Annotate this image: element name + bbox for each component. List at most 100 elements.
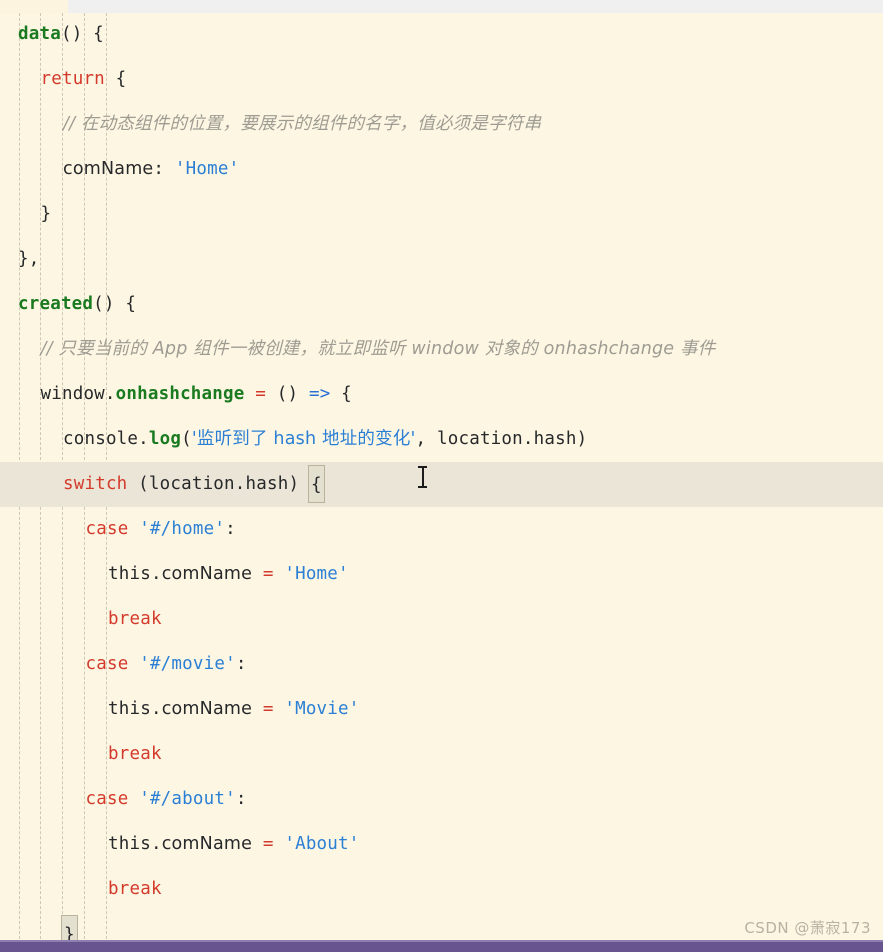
editor-top-chrome	[0, 0, 883, 13]
code-line[interactable]: // 在动态组件的位置，要展示的组件的名字，值必须是字符串	[0, 102, 883, 147]
code-token-str: '#/home'	[139, 519, 226, 539]
code-token-kw: case	[85, 654, 129, 674]
code-line-content: // 在动态组件的位置，要展示的组件的名字，值必须是字符串	[0, 102, 541, 147]
code-token-id: comName	[63, 159, 154, 179]
code-token-str: 'About'	[284, 834, 360, 854]
code-token-punct	[274, 699, 285, 719]
code-token-punct: },	[18, 249, 40, 269]
code-line-content: break	[0, 597, 162, 642]
code-token-plain: this.	[108, 834, 162, 854]
code-line[interactable]: created() {	[0, 282, 883, 327]
code-line[interactable]: break	[0, 867, 883, 912]
code-line[interactable]: this.comName = 'About'	[0, 822, 883, 867]
code-line-content: this.comName = 'Home'	[0, 552, 349, 597]
code-line-content: switch (location.hash) {	[0, 462, 325, 507]
code-token-punct	[252, 564, 263, 584]
code-token-id: comName	[161, 564, 253, 584]
code-line[interactable]: break	[0, 597, 883, 642]
code-line-content: case '#/about':	[0, 777, 247, 822]
code-line-content: break	[0, 867, 162, 912]
code-line-content: comName: 'Home'	[0, 147, 239, 192]
code-line-content: break	[0, 732, 162, 777]
code-line[interactable]: this.comName = 'Home'	[0, 552, 883, 597]
code-line[interactable]: // 只要当前的 App 组件一被创建，就立即监听 window 对象的 onh…	[0, 327, 883, 372]
code-line[interactable]: this.comName = 'Movie'	[0, 687, 883, 732]
code-token-punct: , location.hash)	[415, 429, 588, 449]
code-token-str: '#/movie'	[139, 654, 236, 674]
code-line-content: // 只要当前的 App 组件一被创建，就立即监听 window 对象的 onh…	[0, 327, 716, 372]
code-token-id: comName	[161, 834, 253, 854]
code-token-punct: {	[330, 384, 352, 404]
code-token-punct: () {	[60, 24, 104, 44]
code-token-plain: this.	[108, 564, 162, 584]
code-line[interactable]: return {	[0, 57, 883, 102]
code-token-punct: (location.hash)	[127, 474, 310, 494]
code-token-punct	[245, 384, 256, 404]
code-line-content: case '#/movie':	[0, 642, 247, 687]
code-token-punct	[128, 789, 139, 809]
code-line[interactable]: case '#/about':	[0, 777, 883, 822]
code-token-punct	[128, 654, 139, 674]
code-token-fn: created	[18, 294, 94, 314]
code-token-plain: this.	[108, 699, 162, 719]
code-line[interactable]: case '#/home':	[0, 507, 883, 552]
code-line-content: this.comName = 'About'	[0, 822, 360, 867]
code-token-punct	[274, 834, 285, 854]
code-token-id: comName	[161, 699, 253, 719]
code-token-kw: break	[108, 879, 162, 899]
code-token-punct: () {	[93, 294, 137, 314]
code-line[interactable]: switch (location.hash) {	[0, 462, 883, 507]
code-line[interactable]: case '#/movie':	[0, 642, 883, 687]
code-line-content: return {	[0, 57, 127, 102]
code-token-op: =	[262, 564, 274, 584]
code-token-plain: console.	[63, 429, 149, 449]
code-token-punct: }	[40, 204, 52, 224]
code-token-op: =	[262, 699, 274, 719]
code-line-content: }	[0, 192, 52, 237]
code-token-fn: onhashchange	[115, 384, 245, 404]
code-line[interactable]: }	[0, 192, 883, 237]
code-token-kw: break	[108, 609, 162, 629]
code-token-arrow: =>	[308, 384, 331, 404]
code-token-punct: :	[235, 654, 247, 674]
code-token-punct: (	[181, 429, 192, 449]
code-token-str: 'Movie'	[284, 699, 360, 719]
code-token-str: 'Home'	[174, 159, 240, 179]
code-token-kw: break	[108, 744, 162, 764]
code-line-content: data() {	[0, 13, 104, 57]
code-token-punct: :	[153, 159, 175, 179]
code-token-punct	[252, 834, 263, 854]
code-token-punct: :	[235, 789, 247, 809]
code-line[interactable]: break	[0, 732, 883, 777]
code-line[interactable]: window.onhashchange = () => {	[0, 372, 883, 417]
code-token-comment: // 在动态组件的位置，要展示的组件的名字，值必须是字符串	[63, 114, 542, 134]
code-line[interactable]: },	[0, 237, 883, 282]
code-token-comment: // 只要当前的 App 组件一被创建，就立即监听 window 对象的 onh…	[40, 339, 716, 359]
code-line[interactable]: data() {	[0, 13, 883, 57]
code-editor-viewport[interactable]: data() {return {// 在动态组件的位置，要展示的组件的名字，值必…	[0, 13, 883, 944]
code-token-str: 'Home'	[284, 564, 349, 584]
editor-top-chrome-left	[0, 0, 68, 13]
code-line[interactable]: comName: 'Home'	[0, 147, 883, 192]
code-token-kw: return	[40, 69, 105, 89]
code-token-punct	[252, 699, 263, 719]
code-token-str: '监听到了 hash 地址的变化'	[191, 429, 416, 449]
code-line-content: console.log('监听到了 hash 地址的变化', location.…	[0, 417, 587, 462]
watermark: CSDN @萧寂173	[744, 919, 871, 937]
code-token-punct: :	[225, 519, 236, 539]
code-token-op: =	[255, 384, 266, 404]
code-line-content: case '#/home':	[0, 507, 236, 552]
code-token-str: '#/about'	[139, 789, 236, 809]
code-token-fn: data	[18, 24, 61, 44]
code-line[interactable]: console.log('监听到了 hash 地址的变化', location.…	[0, 417, 883, 462]
code-token-brace: {	[307, 465, 325, 503]
code-token-punct	[274, 564, 285, 584]
code-token-kw: case	[85, 519, 129, 539]
code-token-punct: ()	[266, 384, 309, 404]
code-editor-screenshot: data() {return {// 在动态组件的位置，要展示的组件的名字，值必…	[0, 0, 883, 952]
code-line-content: this.comName = 'Movie'	[0, 687, 360, 732]
code-token-fn: log	[148, 429, 182, 449]
code-token-plain: window.	[40, 384, 116, 404]
code-line-content: },	[0, 237, 39, 282]
code-token-op: =	[262, 834, 274, 854]
